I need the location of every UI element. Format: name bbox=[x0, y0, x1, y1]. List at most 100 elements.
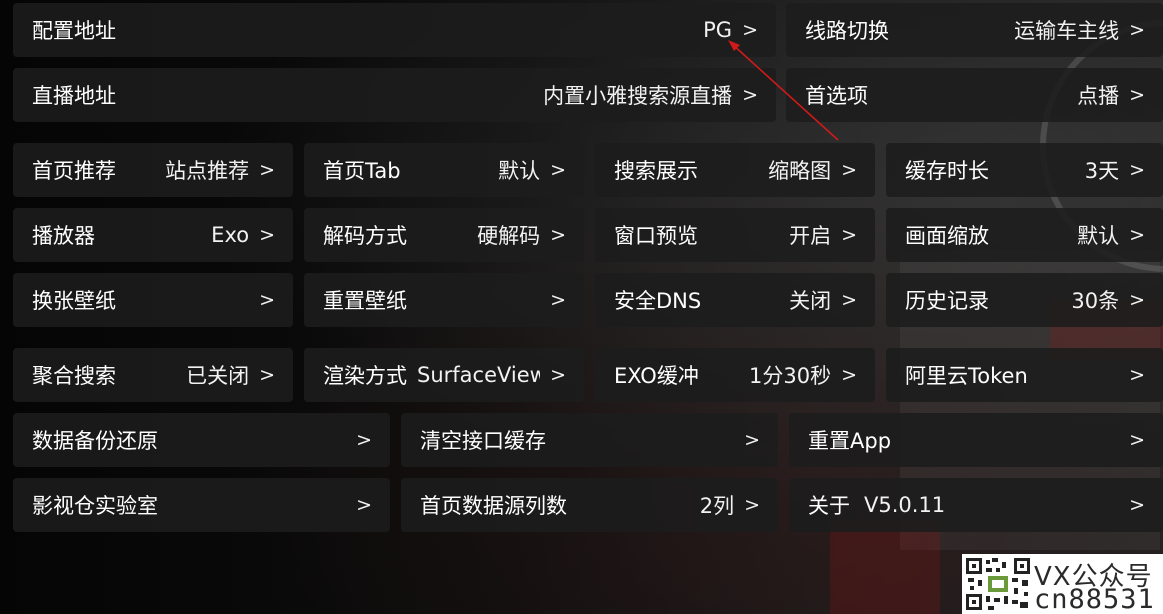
chevron-right-icon: > bbox=[1129, 364, 1145, 386]
setting-value: 1分30秒 bbox=[748, 364, 832, 388]
qr-code-icon bbox=[964, 556, 1032, 612]
settings-screen: 配置地址 PG > 线路切换 运输车主线 > 直播地址 内置小雅搜索源直播 > … bbox=[0, 0, 1163, 614]
chevron-right-icon: > bbox=[744, 494, 760, 516]
setting-label: 数据备份还原 bbox=[32, 429, 158, 453]
setting-label: 解码方式 bbox=[323, 224, 407, 248]
reset-app-button[interactable]: 重置App > bbox=[789, 413, 1163, 467]
live-address-button[interactable]: 直播地址 内置小雅搜索源直播 > bbox=[13, 68, 776, 122]
config-address-button[interactable]: 配置地址 PG > bbox=[13, 3, 776, 57]
reset-wallpaper-button[interactable]: 重置壁纸 > bbox=[304, 273, 584, 327]
setting-value: 缩略图 bbox=[768, 159, 832, 183]
setting-label: 影视仓实验室 bbox=[32, 494, 158, 518]
chevron-right-icon: > bbox=[841, 364, 857, 386]
player-button[interactable]: 播放器 Exo > bbox=[13, 208, 293, 262]
setting-value: 硬解码 bbox=[477, 224, 541, 248]
decode-mode-button[interactable]: 解码方式 硬解码 > bbox=[304, 208, 584, 262]
chevron-right-icon: > bbox=[259, 364, 275, 386]
chevron-right-icon: > bbox=[1129, 84, 1145, 106]
chevron-right-icon: > bbox=[841, 289, 857, 311]
setting-label: 清空接口缓存 bbox=[420, 429, 546, 453]
setting-label: 线路切换 bbox=[805, 19, 889, 43]
change-wallpaper-button[interactable]: 换张壁纸 > bbox=[13, 273, 293, 327]
window-preview-button[interactable]: 窗口预览 开启 > bbox=[595, 208, 875, 262]
chevron-right-icon: > bbox=[1129, 429, 1145, 451]
chevron-right-icon: > bbox=[742, 84, 758, 106]
aliyun-token-button[interactable]: 阿里云Token > bbox=[886, 348, 1163, 402]
aggregate-search-button[interactable]: 聚合搜索 已关闭 > bbox=[13, 348, 293, 402]
chevron-right-icon: > bbox=[841, 224, 857, 246]
setting-label: 重置App bbox=[808, 429, 892, 453]
setting-label: 重置壁纸 bbox=[323, 289, 407, 313]
setting-value: Exo bbox=[211, 223, 250, 247]
chevron-right-icon: > bbox=[1129, 289, 1145, 311]
watermark: VX公众号 cn88531 bbox=[962, 554, 1163, 614]
chevron-right-icon: > bbox=[259, 224, 275, 246]
setting-value: 内置小雅搜索源直播 bbox=[543, 84, 733, 108]
cache-duration-button[interactable]: 缓存时长 3天 > bbox=[886, 143, 1163, 197]
setting-label: 安全DNS bbox=[614, 289, 702, 313]
about-button[interactable]: 关于 V5.0.11 > bbox=[789, 478, 1163, 532]
chevron-right-icon: > bbox=[356, 494, 372, 516]
setting-label: 关于 bbox=[808, 494, 850, 518]
setting-label: 首选项 bbox=[805, 84, 868, 108]
setting-label: 聚合搜索 bbox=[32, 364, 116, 388]
setting-value: 2列 bbox=[699, 494, 735, 518]
chevron-right-icon: > bbox=[1129, 19, 1145, 41]
search-display-button[interactable]: 搜索展示 缩略图 > bbox=[595, 143, 875, 197]
render-mode-button[interactable]: 渲染方式 SurfaceView > bbox=[304, 348, 584, 402]
chevron-right-icon: > bbox=[550, 224, 566, 246]
route-switch-button[interactable]: 线路切换 运输车主线 > bbox=[786, 3, 1163, 57]
setting-label: EXO缓冲 bbox=[614, 364, 699, 388]
setting-value: 关闭 bbox=[789, 289, 832, 313]
chevron-right-icon: > bbox=[742, 19, 758, 41]
exo-buffer-button[interactable]: EXO缓冲 1分30秒 > bbox=[595, 348, 875, 402]
chevron-right-icon: > bbox=[550, 364, 566, 386]
chevron-right-icon: > bbox=[744, 429, 760, 451]
chevron-right-icon: > bbox=[356, 429, 372, 451]
setting-label: 窗口预览 bbox=[614, 224, 698, 248]
setting-label: 首页Tab bbox=[323, 159, 401, 183]
chevron-right-icon: > bbox=[550, 289, 566, 311]
setting-label: 搜索展示 bbox=[614, 159, 698, 183]
setting-label: 直播地址 bbox=[32, 84, 116, 108]
setting-value: 已关闭 bbox=[186, 364, 250, 388]
setting-label: 配置地址 bbox=[32, 19, 116, 43]
history-button[interactable]: 历史记录 30条 > bbox=[886, 273, 1163, 327]
chevron-right-icon: > bbox=[550, 159, 566, 181]
home-tab-button[interactable]: 首页Tab 默认 > bbox=[304, 143, 584, 197]
setting-label: 缓存时长 bbox=[905, 159, 989, 183]
chevron-right-icon: > bbox=[259, 289, 275, 311]
chevron-right-icon: > bbox=[1129, 159, 1145, 181]
wallpaper-decoration bbox=[830, 520, 940, 614]
preference-button[interactable]: 首选项 点播 > bbox=[786, 68, 1163, 122]
setting-value: SurfaceView bbox=[417, 363, 541, 387]
setting-value: 30条 bbox=[1071, 289, 1120, 313]
setting-value: 站点推荐 bbox=[165, 159, 250, 183]
setting-value: PG bbox=[703, 18, 733, 42]
clear-api-cache-button[interactable]: 清空接口缓存 > bbox=[401, 413, 778, 467]
setting-label: 首页推荐 bbox=[32, 159, 116, 183]
home-recommend-button[interactable]: 首页推荐 站点推荐 > bbox=[13, 143, 293, 197]
lab-button[interactable]: 影视仓实验室 > bbox=[13, 478, 390, 532]
home-source-columns-button[interactable]: 首页数据源列数 2列 > bbox=[401, 478, 778, 532]
secure-dns-button[interactable]: 安全DNS 关闭 > bbox=[595, 273, 875, 327]
chevron-right-icon: > bbox=[1129, 494, 1145, 516]
watermark-id: cn88531 bbox=[1034, 584, 1155, 614]
setting-label: 画面缩放 bbox=[905, 224, 989, 248]
chevron-right-icon: > bbox=[1129, 224, 1145, 246]
setting-value: 默认 bbox=[1077, 224, 1120, 248]
setting-label: 换张壁纸 bbox=[32, 289, 116, 313]
setting-label: 历史记录 bbox=[905, 289, 989, 313]
screen-scale-button[interactable]: 画面缩放 默认 > bbox=[886, 208, 1163, 262]
setting-label: 阿里云Token bbox=[905, 364, 1028, 388]
setting-value: 运输车主线 bbox=[1014, 19, 1120, 43]
setting-label: 首页数据源列数 bbox=[420, 494, 567, 518]
data-backup-restore-button[interactable]: 数据备份还原 > bbox=[13, 413, 390, 467]
setting-label: 渲染方式 bbox=[323, 364, 407, 388]
chevron-right-icon: > bbox=[841, 159, 857, 181]
setting-label: 播放器 bbox=[32, 224, 95, 248]
setting-value: 点播 bbox=[1077, 84, 1120, 108]
setting-value: 默认 bbox=[498, 159, 541, 183]
setting-value: 开启 bbox=[789, 224, 832, 248]
chevron-right-icon: > bbox=[259, 159, 275, 181]
